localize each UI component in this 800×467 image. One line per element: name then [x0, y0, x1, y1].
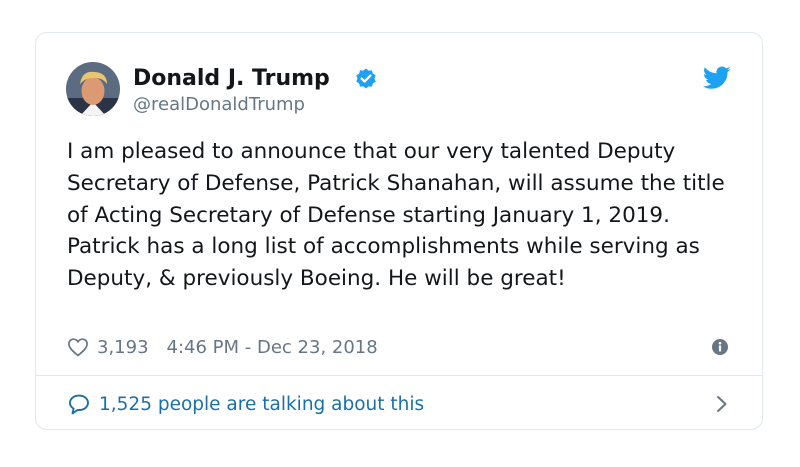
conversation-link[interactable]: 1,525 people are talking about this	[67, 391, 424, 417]
conversation-count-label[interactable]: 1,525 people are talking about this	[99, 394, 424, 415]
verified-badge-icon	[356, 68, 376, 89]
tweet-meta: 3,193 4:46 PM - Dec 23, 2018	[67, 335, 378, 359]
heart-icon[interactable]	[67, 337, 89, 357]
tweet-card: Donald J. Trump @realDonaldTrump I am pl…	[35, 32, 763, 430]
twitter-bird-icon[interactable]	[703, 66, 731, 90]
author-handle[interactable]: @realDonaldTrump	[133, 94, 305, 116]
tweet-timestamp[interactable]: 4:46 PM - Dec 23, 2018	[167, 337, 378, 358]
info-icon[interactable]	[712, 339, 728, 355]
like-count[interactable]: 3,193	[97, 337, 149, 358]
tweet-text: I am pleased to announce that our very t…	[67, 139, 725, 292]
avatar[interactable]	[66, 62, 120, 116]
divider	[36, 375, 762, 376]
author-name[interactable]: Donald J. Trump	[133, 66, 330, 92]
speech-bubble-icon	[69, 394, 89, 415]
chevron-right-icon[interactable]	[715, 395, 729, 413]
